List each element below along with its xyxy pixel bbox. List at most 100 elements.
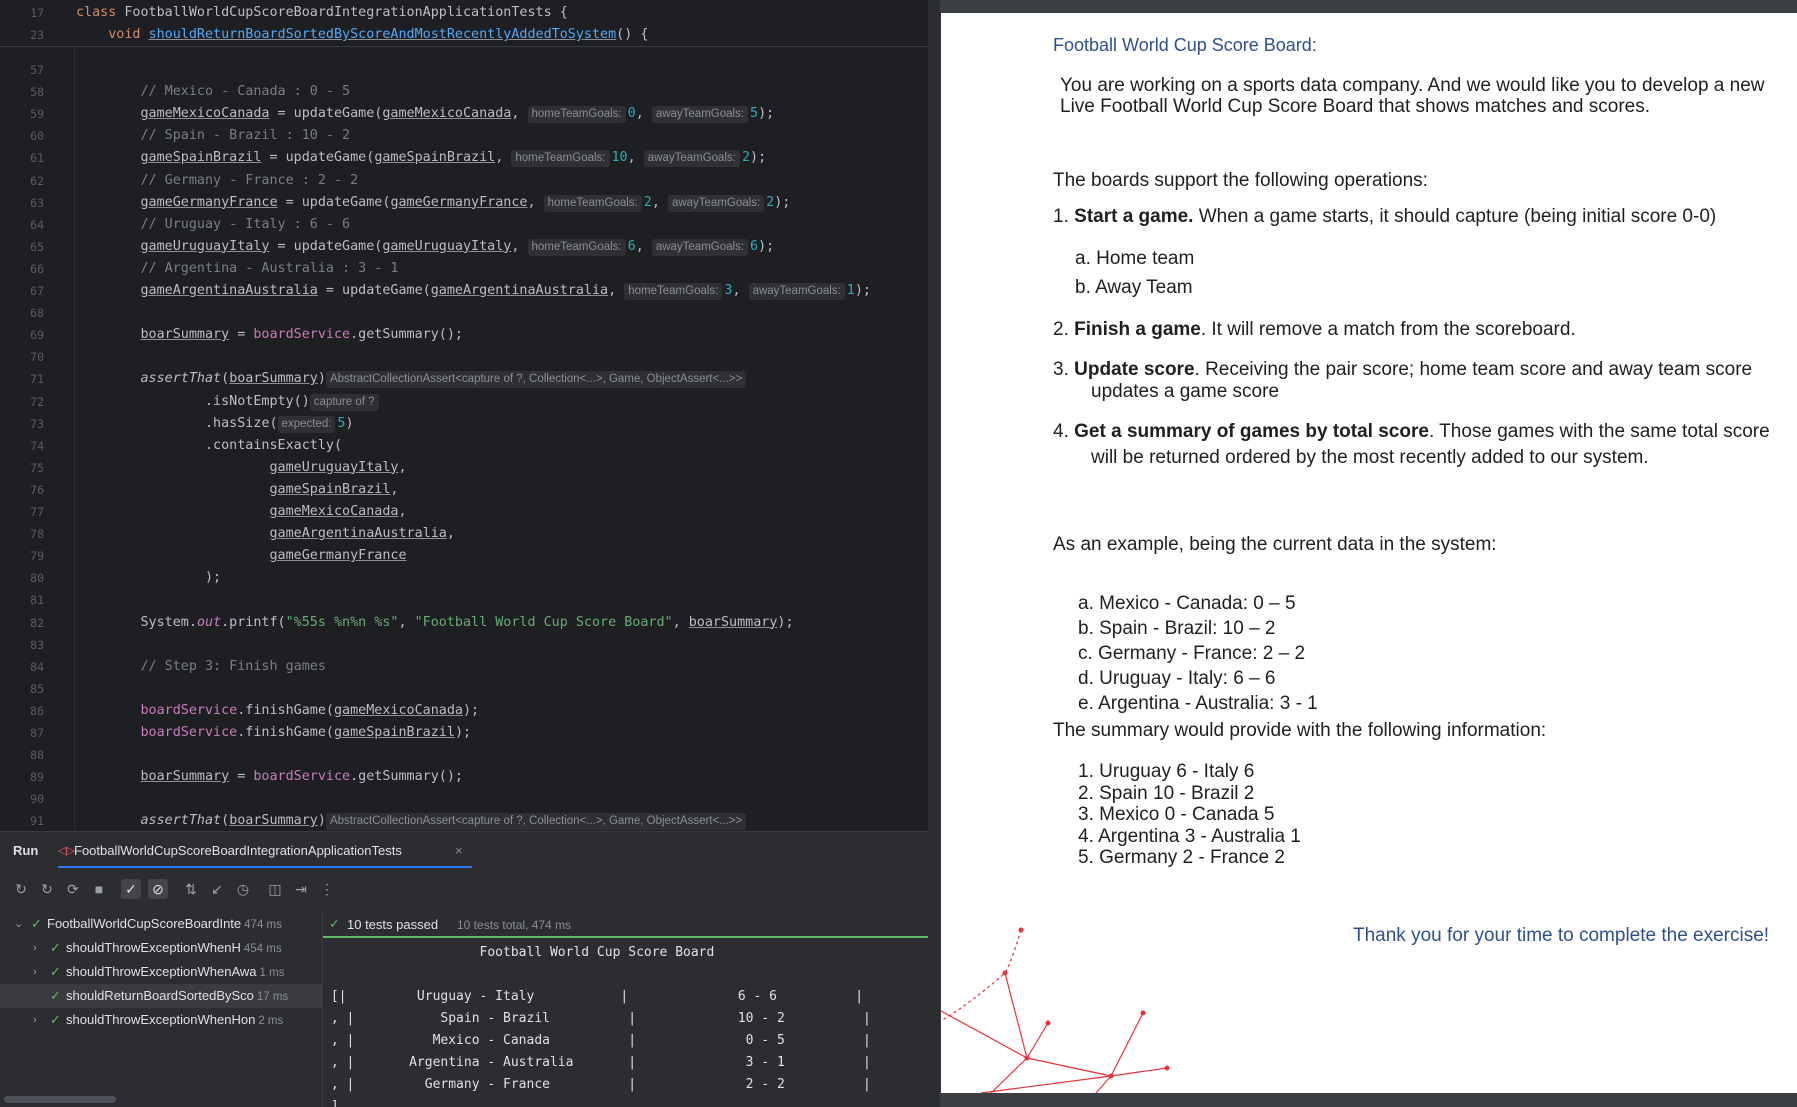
run-tab-label[interactable]: FootballWorldCupScoreBoardIntegrationApp… bbox=[74, 843, 402, 858]
test-console[interactable]: ✓ 10 tests passed 10 tests total, 474 ms… bbox=[322, 912, 928, 1107]
code-line[interactable]: 79 gameGermanyFrance bbox=[0, 545, 928, 567]
code-line[interactable]: 81 bbox=[0, 589, 928, 611]
code-text: ); bbox=[76, 567, 221, 589]
code-token: ); bbox=[774, 194, 791, 210]
rerun-icon[interactable]: ↻ bbox=[11, 879, 31, 899]
stop-icon[interactable]: ■ bbox=[89, 879, 109, 899]
code-line[interactable]: 57 bbox=[0, 59, 928, 81]
code-text: // Step 3: Finish games bbox=[76, 656, 326, 678]
code-line[interactable]: 61 gameSpainBrazil = updateGame(gameSpai… bbox=[0, 147, 928, 169]
show-passed-icon[interactable]: ✓ bbox=[121, 879, 141, 899]
code-token: ) bbox=[317, 813, 326, 829]
sticky-header-line[interactable]: 23 void shouldReturnBoardSortedByScoreAn… bbox=[0, 24, 928, 46]
line-number: 59 bbox=[30, 107, 44, 122]
code-line[interactable]: 64 // Uruguay - Italy : 6 - 6 bbox=[0, 214, 928, 236]
code-line[interactable]: 89 boarSummary = boardService.getSummary… bbox=[0, 766, 928, 788]
code-line[interactable]: 73 .hasSize(expected: 5) bbox=[0, 413, 928, 435]
show-ignored-icon[interactable]: ⊘ bbox=[148, 879, 168, 899]
code-line[interactable]: 80 ); bbox=[0, 567, 928, 589]
test-node[interactable]: › ✓ shouldThrowExceptionWhenHon 2 ms bbox=[0, 1008, 322, 1032]
console-line: , | Argentina - Australia | 3 - 1 | bbox=[323, 1055, 871, 1070]
argument-value: 6 bbox=[750, 238, 759, 254]
code-token: ); bbox=[758, 238, 775, 254]
test-tree[interactable]: ⌄ ✓ FootballWorldCupScoreBoardInte 474 ms › ✓… bbox=[0, 912, 322, 1107]
code-line[interactable]: 67 gameArgentinaAustralia = updateGame(g… bbox=[0, 280, 928, 302]
code-line[interactable]: 86 boardService.finishGame(gameMexicoCan… bbox=[0, 700, 928, 722]
sort-icon[interactable]: ⇅ bbox=[181, 879, 201, 899]
test-label: shouldThrowExceptionWhenH bbox=[66, 940, 241, 955]
code-line[interactable]: 60 // Spain - Brazil : 10 - 2 bbox=[0, 125, 928, 147]
line-number: 75 bbox=[30, 460, 44, 475]
code-token: = bbox=[229, 327, 254, 343]
chevron-right-icon[interactable]: › bbox=[33, 1008, 37, 1032]
code-line[interactable]: 82 System.out.printf("%55s %n%n %s", "Fo… bbox=[0, 612, 928, 634]
horizontal-scrollbar[interactable] bbox=[4, 1096, 116, 1103]
close-tab-icon[interactable]: × bbox=[455, 843, 463, 858]
code-line[interactable]: 87 boardService.finishGame(gameSpainBraz… bbox=[0, 722, 928, 744]
line-number: 73 bbox=[30, 416, 44, 431]
code-text: gameMexicoCanada, bbox=[76, 501, 406, 523]
test-label: shouldThrowExceptionWhenHon bbox=[66, 1012, 256, 1027]
code-line[interactable]: 78 gameArgentinaAustralia, bbox=[0, 523, 928, 545]
code-line[interactable]: 85 bbox=[0, 678, 928, 700]
code-line[interactable]: 62 // Germany - France : 2 - 2 bbox=[0, 170, 928, 192]
line-number: 72 bbox=[30, 394, 44, 409]
rerun-failed-icon[interactable]: ↻ bbox=[37, 879, 57, 899]
test-name: shouldThrowExceptionWhenAwa 1 ms bbox=[66, 960, 284, 984]
code-line[interactable]: 71 assertThat(boarSummary) AbstractCollec… bbox=[0, 368, 928, 390]
code-token: boarSummary bbox=[229, 371, 318, 387]
history-icon[interactable]: ◷ bbox=[233, 879, 253, 899]
op3-continuation: updates a game score bbox=[1091, 381, 1280, 402]
line-number: 62 bbox=[30, 173, 44, 188]
code-token: gameUruguayItaly bbox=[382, 238, 512, 254]
code-line[interactable]: 65 gameUruguayItaly = updateGame(gameUru… bbox=[0, 236, 928, 258]
line-number: 86 bbox=[30, 703, 44, 718]
code-line[interactable]: 69 boarSummary = boardService.getSummary… bbox=[0, 324, 928, 346]
code-token: , bbox=[495, 150, 512, 166]
code-token: assertThat bbox=[140, 371, 222, 387]
test-node[interactable]: › ✓ shouldThrowExceptionWhenH 454 ms bbox=[0, 936, 322, 960]
code-line[interactable]: 72 .isNotEmpty() capture of ? bbox=[0, 391, 928, 413]
code-token: , bbox=[398, 614, 415, 630]
code-token: FootballWorldCupScoreBoardIntegrationApp… bbox=[124, 5, 568, 20]
code-token: // Germany - France : 2 - 2 bbox=[140, 172, 359, 188]
test-node[interactable]: › ✓ shouldThrowExceptionWhenAwa 1 ms bbox=[0, 960, 322, 984]
code-editor[interactable]: // Step 2: Games are on5758 // Mexico - … bbox=[0, 0, 928, 831]
code-token: ( bbox=[221, 813, 230, 829]
line-number: 23 bbox=[30, 28, 44, 42]
window-divider[interactable] bbox=[928, 0, 940, 1107]
screenshot-icon[interactable]: ◫ bbox=[265, 879, 285, 899]
code-token: boardService bbox=[140, 702, 238, 718]
code-line[interactable]: 66 // Argentina - Australia : 3 - 1 bbox=[0, 258, 928, 280]
toggle-autotest-icon[interactable]: ⟳ bbox=[63, 879, 83, 899]
operation-4: 4. Get a summary of games by total score… bbox=[1053, 421, 1770, 443]
code-line[interactable]: 75 gameUruguayItaly, bbox=[0, 457, 928, 479]
code-line[interactable]: 70 bbox=[0, 346, 928, 368]
code-line[interactable]: 76 gameSpainBrazil, bbox=[0, 479, 928, 501]
code-text: // Spain - Brazil : 10 - 2 bbox=[76, 125, 351, 147]
code-line[interactable]: 90 bbox=[0, 788, 928, 810]
code-line[interactable]: 74 .containsExactly( bbox=[0, 435, 928, 457]
sticky-header-line[interactable]: 17 class FootballWorldCupScoreBoardIntegr… bbox=[0, 2, 928, 24]
code-line[interactable]: 68 bbox=[0, 302, 928, 324]
export-icon[interactable]: ⇥ bbox=[291, 879, 311, 899]
test-suite-node[interactable]: ⌄ ✓ FootballWorldCupScoreBoardInte 474 ms bbox=[0, 912, 322, 936]
op4-title: Get a summary of games by total score bbox=[1074, 421, 1429, 442]
test-node[interactable]: ✓ shouldReturnBoardSortedBySco 17 ms bbox=[0, 984, 322, 1008]
chevron-right-icon[interactable]: › bbox=[33, 960, 37, 984]
code-line[interactable]: 88 bbox=[0, 744, 928, 766]
code-line[interactable]: 77 gameMexicoCanada, bbox=[0, 501, 928, 523]
code-line[interactable]: 84 // Step 3: Finish games bbox=[0, 656, 928, 678]
code-line[interactable]: 83 bbox=[0, 634, 928, 656]
code-line[interactable]: 58 // Mexico - Canada : 0 - 5 bbox=[0, 81, 928, 103]
import-tests-icon[interactable]: ↙ bbox=[207, 879, 227, 899]
chevron-down-icon[interactable]: ⌄ bbox=[14, 912, 23, 936]
code-line[interactable]: 91 assertThat(boarSummary) AbstractCollec… bbox=[0, 810, 928, 831]
code-line[interactable]: 63 gameGermanyFrance = updateGame(gameGe… bbox=[0, 192, 928, 214]
chevron-right-icon[interactable]: › bbox=[33, 936, 37, 960]
more-icon[interactable]: ⋮ bbox=[317, 879, 337, 899]
code-line[interactable]: 59 gameMexicoCanada = updateGame(gameMex… bbox=[0, 103, 928, 125]
